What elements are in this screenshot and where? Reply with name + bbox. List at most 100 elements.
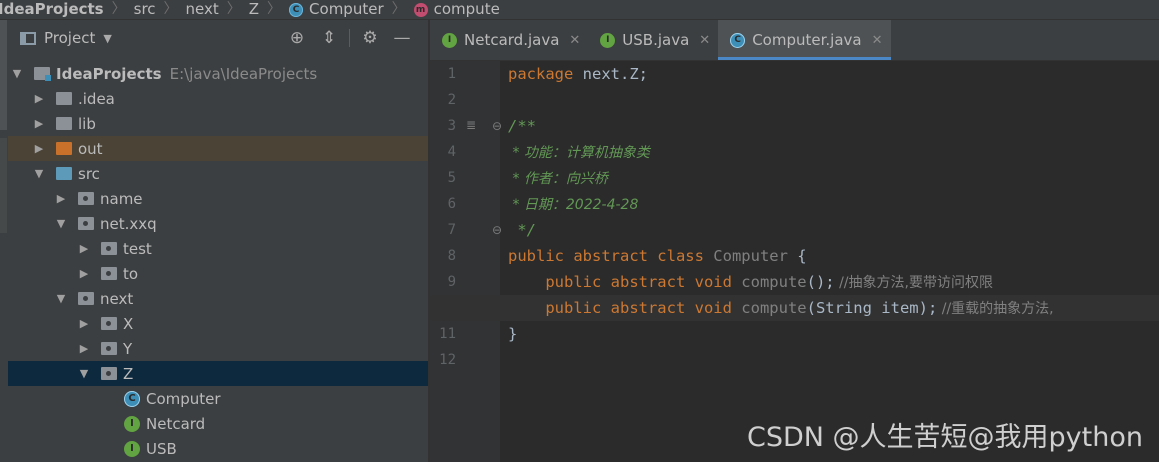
tree-item-label: next: [100, 289, 134, 308]
project-view-icon: [20, 31, 36, 45]
tree-item-netcard[interactable]: I Netcard: [8, 411, 428, 436]
keyword-token: public abstract void: [508, 299, 732, 317]
collapsed-arrow-icon[interactable]: ▶: [34, 117, 44, 130]
expanded-arrow-icon[interactable]: ▼: [56, 292, 66, 305]
breadcrumb-item-next[interactable]: next: [186, 1, 219, 18]
project-panel-header: Project ▼ ⊕ ⇕ ⚙ —: [8, 20, 428, 56]
stripe-tab-structure[interactable]: [0, 138, 7, 233]
tree-item-ideaprojects[interactable]: ▼ IdeaProjects E:\java\IdeaProjects: [8, 61, 428, 86]
project-view-title[interactable]: Project: [44, 29, 95, 47]
package-icon: [78, 192, 94, 205]
interface-icon: I: [442, 32, 457, 48]
close-icon[interactable]: ✕: [569, 33, 580, 48]
code-area[interactable]: package next.Z; /** * 功能：计算机抽象类 * 作者：向兴桥…: [430, 61, 1159, 373]
doc-comment-token: * 作者：向兴桥: [508, 171, 608, 187]
chevron-down-icon[interactable]: ▼: [103, 32, 111, 45]
breadcrumb-separator-icon: 〉: [267, 1, 282, 17]
tree-item-computer[interactable]: C Computer: [8, 386, 428, 411]
line-number: 7: [447, 222, 456, 238]
stripe-tab-project[interactable]: [0, 20, 7, 130]
minimize-icon[interactable]: —: [386, 28, 418, 48]
line-number: 9: [447, 274, 456, 290]
line-number: 5: [447, 170, 456, 186]
collapsed-arrow-icon[interactable]: ▶: [79, 342, 89, 355]
close-icon[interactable]: ✕: [872, 33, 883, 48]
code-line-8: public abstract class Computer {: [508, 243, 1159, 269]
tree-item-x[interactable]: ▶ X: [8, 311, 428, 336]
breadcrumb-separator-icon: 〉: [226, 1, 241, 17]
abstract-class-icon: C: [730, 32, 746, 48]
tree-item-lib[interactable]: ▶ lib: [8, 111, 428, 136]
code-token: (String item);: [806, 299, 938, 317]
abstract-class-icon: C: [124, 390, 140, 407]
excluded-folder-icon: [56, 142, 72, 155]
line-number: 4: [447, 144, 456, 160]
editor-gutter[interactable]: 1 2 3 4 5 6 7 8 9 10 11 12 ≣ ⊖ ⊖: [430, 61, 502, 462]
tree-item-to[interactable]: ▶ to: [8, 261, 428, 286]
package-icon: [101, 267, 117, 280]
line-number: 2: [447, 92, 456, 108]
tab-usb-java[interactable]: I USB.java ✕: [588, 20, 718, 60]
editor-tab-bar: I Netcard.java ✕ I USB.java ✕ C Computer…: [430, 20, 1159, 61]
code-line-4: * 功能：计算机抽象类: [508, 139, 1159, 165]
line-number: 8: [447, 248, 456, 264]
method-icon: m: [413, 2, 428, 17]
tree-item-z[interactable]: ▼ Z: [8, 361, 428, 386]
tree-item-test[interactable]: ▶ test: [8, 236, 428, 261]
gear-icon[interactable]: ⚙: [354, 28, 386, 48]
tree-item-name[interactable]: ▶ name: [8, 186, 428, 211]
collapsed-arrow-icon[interactable]: ▶: [79, 242, 89, 255]
line-number: 11: [439, 326, 456, 342]
expanded-arrow-icon[interactable]: ▼: [12, 67, 22, 80]
tree-item-label: name: [100, 189, 143, 208]
tree-item-label: Z: [123, 364, 134, 383]
tree-item-usb[interactable]: I USB: [8, 436, 428, 461]
tree-item-label: IdeaProjects: [56, 64, 162, 83]
method-name-token: compute: [731, 299, 807, 317]
doc-comment-token: /**: [508, 117, 536, 135]
keyword-token: package: [508, 65, 574, 83]
close-icon[interactable]: ✕: [699, 33, 710, 48]
breadcrumb-item-computer[interactable]: C Computer: [289, 1, 384, 18]
locate-file-icon[interactable]: ⊕: [281, 28, 313, 48]
tree-item-out[interactable]: ▶ out: [8, 136, 428, 161]
expanded-arrow-icon[interactable]: ▼: [79, 367, 89, 380]
tree-item-net-xxq[interactable]: ▼ net.xxq: [8, 211, 428, 236]
collapsed-arrow-icon[interactable]: ▶: [56, 192, 66, 205]
tree-item-idea[interactable]: ▶ .idea: [8, 86, 428, 111]
folder-icon: [56, 92, 72, 105]
fold-end-icon[interactable]: ⊖: [492, 223, 502, 237]
navigation-breadcrumb: IdeaProjects 〉 src 〉 next 〉 Z 〉 C Comput…: [0, 0, 1159, 20]
tree-item-src[interactable]: ▼ src: [8, 161, 428, 186]
collapsed-arrow-icon[interactable]: ▶: [34, 142, 44, 155]
breadcrumb-item-src[interactable]: src: [134, 1, 156, 18]
line-comment-token: //抽象方法,要带访问权限: [834, 275, 993, 291]
code-editor: I Netcard.java ✕ I USB.java ✕ C Computer…: [430, 20, 1159, 462]
breadcrumb-item-project[interactable]: IdeaProjects: [0, 1, 104, 18]
rendered-doc-icon[interactable]: ≣: [466, 118, 476, 132]
tab-computer-java[interactable]: C Computer.java ✕: [718, 20, 891, 60]
breadcrumb-separator-icon: 〉: [163, 1, 178, 17]
keyword-token: public abstract class: [508, 247, 704, 265]
tab-label: USB.java: [622, 31, 690, 49]
expanded-arrow-icon[interactable]: ▼: [34, 167, 44, 180]
tree-item-label: Computer: [146, 389, 221, 408]
expanded-arrow-icon[interactable]: ▼: [56, 217, 66, 230]
collapsed-arrow-icon[interactable]: ▶: [34, 92, 44, 105]
interface-icon: I: [600, 32, 616, 48]
breadcrumb-item-compute[interactable]: m compute: [413, 1, 500, 18]
line-number: 3: [447, 118, 456, 134]
package-icon: [101, 317, 117, 330]
fold-icon[interactable]: ⊖: [492, 119, 502, 133]
tab-netcard-java[interactable]: I Netcard.java ✕: [430, 20, 588, 60]
collapsed-arrow-icon[interactable]: ▶: [79, 317, 89, 330]
breadcrumb-item-z[interactable]: Z: [249, 1, 259, 18]
tab-label: Netcard.java: [464, 31, 560, 49]
code-line-3: /**: [508, 113, 1159, 139]
tree-item-next[interactable]: ▼ next: [8, 286, 428, 311]
tab-label: Computer.java: [752, 31, 862, 49]
collapsed-arrow-icon[interactable]: ▶: [79, 267, 89, 280]
interface-icon: I: [124, 440, 140, 457]
collapse-all-icon[interactable]: ⇕: [313, 28, 345, 48]
tree-item-y[interactable]: ▶ Y: [8, 336, 428, 361]
